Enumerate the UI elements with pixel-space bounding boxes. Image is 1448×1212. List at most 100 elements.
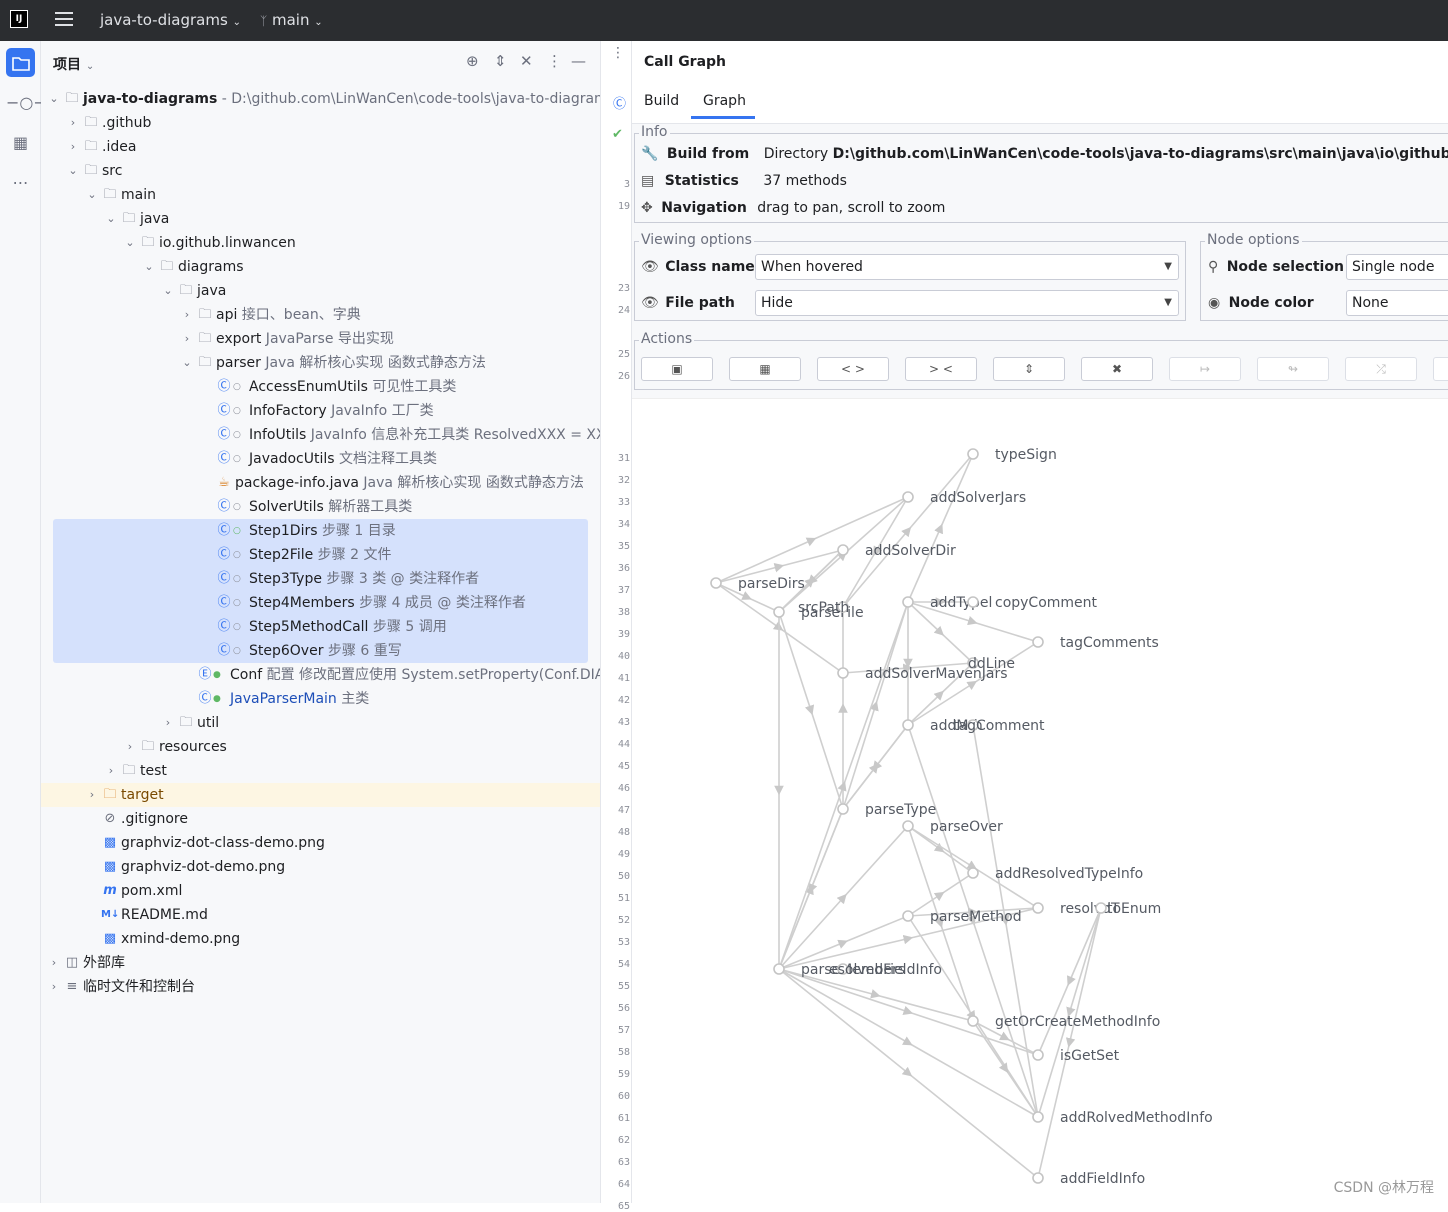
graph-node[interactable] <box>902 820 914 832</box>
fit-best-button[interactable]: ▦ <box>729 357 801 381</box>
tree-row[interactable]: Ⓒ ○ Step4Members 步骤 4 成员 @ 类注释作者 <box>41 591 600 615</box>
tree-row[interactable]: ⌄ 🗀 io.github.linwancen <box>41 231 600 255</box>
project-switcher[interactable]: java-to-diagrams ⌄ <box>100 11 241 29</box>
file-path-select[interactable]: Hide ▼ <box>755 290 1179 316</box>
tab-graph[interactable]: Graph <box>691 93 755 119</box>
shrink-horizontal-button[interactable]: > < <box>905 357 977 381</box>
graph-node[interactable] <box>902 719 914 731</box>
more-icon[interactable]: ⋮ <box>611 45 625 61</box>
layout-b-button[interactable]: ↬ <box>1257 357 1329 381</box>
tree-row[interactable]: ▩ graphviz-dot-class-demo.png <box>41 831 600 855</box>
commit-tool-icon[interactable]: −○− <box>6 88 47 117</box>
graph-node[interactable] <box>1032 1172 1044 1184</box>
more-tools-icon[interactable]: ⋯ <box>6 168 35 197</box>
layout-random-button[interactable]: ⤮ <box>1345 357 1417 381</box>
node-color-select[interactable]: None <box>1346 290 1448 316</box>
expand-all-icon[interactable]: ⇕ <box>494 52 507 70</box>
tree-row[interactable]: Ⓒ ○ Step6Over 步骤 6 重写 <box>41 639 600 663</box>
graph-node[interactable] <box>837 803 849 815</box>
chevron-down-icon[interactable]: ⌄ <box>123 231 137 255</box>
chevron-down-icon[interactable]: ⌄ <box>142 255 156 279</box>
tree-row[interactable]: Ⓒ ○ SolverUtils 解析器工具类 <box>41 495 600 519</box>
tree-row[interactable]: ⌄ 🗀 parser Java 解析核心实现 函数式静态方法 <box>41 351 600 375</box>
graph-node[interactable] <box>1032 636 1044 648</box>
tree-row[interactable]: › 🗀 test <box>41 759 600 783</box>
chevron-right-icon[interactable]: › <box>66 135 80 159</box>
tree-row[interactable]: ☕ package-info.java Java 解析核心实现 函数式静态方法 <box>41 471 600 495</box>
chevron-right-icon[interactable]: › <box>47 951 61 975</box>
chevron-down-icon[interactable]: ⌄ <box>85 183 99 207</box>
shrink-vertical-button[interactable]: ✖ <box>1081 357 1153 381</box>
tree-row[interactable]: m pom.xml <box>41 879 600 903</box>
main-menu-icon[interactable] <box>55 12 73 30</box>
tree-row[interactable]: ⌄ 🗀 diagrams <box>41 255 600 279</box>
graph-node[interactable] <box>967 596 979 608</box>
tree-row[interactable]: Ⓔ ● Conf 配置 修改配置应使用 System.setProperty(Con… <box>41 663 600 687</box>
tree-row[interactable]: Ⓒ ○ AccessEnumUtils 可见性工具类 <box>41 375 600 399</box>
chevron-right-icon[interactable]: › <box>47 975 61 999</box>
graph-node[interactable] <box>967 867 979 879</box>
graph-node[interactable] <box>1032 1049 1044 1061</box>
tree-row[interactable]: › 🗀 util <box>41 711 600 735</box>
expand-vertical-button[interactable]: ⇕ <box>993 357 1065 381</box>
tree-row[interactable]: › 🗀 resources <box>41 735 600 759</box>
chevron-right-icon[interactable]: › <box>180 303 194 327</box>
tree-row[interactable]: ▩ graphviz-dot-demo.png <box>41 855 600 879</box>
graph-node[interactable] <box>837 667 849 679</box>
expand-horizontal-button[interactable]: < > <box>817 357 889 381</box>
tree-row[interactable]: Ⓒ ○ InfoUtils JavaInfo 信息补充工具类 ResolvedXXX… <box>41 423 600 447</box>
tree-row[interactable]: Ⓒ ○ InfoFactory JavaInfo 工厂类 <box>41 399 600 423</box>
tree-row[interactable]: ▩ xmind-demo.png <box>41 927 600 951</box>
graph-node[interactable] <box>1095 902 1107 914</box>
tree-row[interactable]: Ⓒ ● JavaParserMain 主类 <box>41 687 600 711</box>
chevron-down-icon[interactable]: ⌄ <box>66 159 80 183</box>
tree-row[interactable]: › ≡ 临时文件和控制台 <box>41 975 600 999</box>
structure-tool-icon[interactable]: ▦ <box>6 128 35 157</box>
graph-node[interactable] <box>902 596 914 608</box>
class-file-icon[interactable]: Ⓒ <box>613 93 626 112</box>
hide-panel-icon[interactable]: — <box>571 52 586 70</box>
tree-row[interactable]: › 🗀 target <box>41 783 600 807</box>
tree-row[interactable]: M↓ README.md <box>41 903 600 927</box>
tree-row[interactable]: › 🗀 .github <box>41 111 600 135</box>
tree-row[interactable]: › 🗀 export JavaParse 导出实现 <box>41 327 600 351</box>
chevron-right-icon[interactable]: › <box>85 783 99 807</box>
chevron-down-icon[interactable]: ⌄ <box>161 279 175 303</box>
tree-row[interactable]: Ⓒ ○ Step3Type 步骤 3 类 @ 类注释作者 <box>41 567 600 591</box>
graph-node[interactable] <box>967 1015 979 1027</box>
project-tool-icon[interactable] <box>6 48 35 77</box>
tree-row[interactable]: Ⓒ ○ JavadocUtils 文档注释工具类 <box>41 447 600 471</box>
graph-node[interactable] <box>773 963 785 975</box>
intellij-logo-icon[interactable]: IJ <box>10 10 28 28</box>
tree-row[interactable]: ⌄ 🗀 java-to-diagrams - D:\github.com\LinWa… <box>41 87 600 111</box>
options-menu-icon[interactable]: ⋮ <box>547 52 562 70</box>
tree-row[interactable]: › 🗀 .idea <box>41 135 600 159</box>
node-selection-select[interactable]: Single node <box>1346 254 1448 280</box>
graph-node[interactable] <box>710 577 722 589</box>
tree-row[interactable]: Ⓒ ○ Step2File 步骤 2 文件 <box>41 543 600 567</box>
chevron-down-icon[interactable]: ⌄ <box>47 87 61 111</box>
chevron-right-icon[interactable]: › <box>123 735 137 759</box>
tree-row[interactable]: Ⓒ ○ Step1Dirs 步骤 1 目录 <box>41 519 600 543</box>
tree-row[interactable]: › 🗀 api 接口、bean、字典 <box>41 303 600 327</box>
project-panel-title[interactable]: 项目 ⌄ <box>53 54 94 74</box>
tab-build[interactable]: Build <box>644 93 679 109</box>
fit-to-screen-button[interactable]: ▣ <box>641 357 713 381</box>
call-graph-canvas[interactable]: typeSign addSolverJars addSolverDir parseDi… <box>632 398 1448 1203</box>
class-name-select[interactable]: When hovered ▼ <box>755 254 1179 280</box>
chevron-right-icon[interactable]: › <box>161 711 175 735</box>
tree-row[interactable]: ⌄ 🗀 java <box>41 207 600 231</box>
tree-row[interactable]: Ⓒ ○ Step5MethodCall 步骤 5 调用 <box>41 615 600 639</box>
locate-icon[interactable]: ⊕ <box>466 52 479 70</box>
more-actions-button[interactable] <box>1433 357 1448 381</box>
tree-row[interactable]: ⌄ 🗀 src <box>41 159 600 183</box>
chevron-right-icon[interactable]: › <box>180 327 194 351</box>
graph-node[interactable] <box>773 606 785 618</box>
branch-switcher[interactable]: ᛉ main ⌄ <box>260 11 323 29</box>
layout-a-button[interactable]: ↦ <box>1169 357 1241 381</box>
graph-node[interactable] <box>837 544 849 556</box>
tree-row[interactable]: ⌄ 🗀 main <box>41 183 600 207</box>
tree-row[interactable]: › ◫ 外部库 <box>41 951 600 975</box>
graph-node[interactable] <box>902 910 914 922</box>
chevron-down-icon[interactable]: ⌄ <box>104 207 118 231</box>
